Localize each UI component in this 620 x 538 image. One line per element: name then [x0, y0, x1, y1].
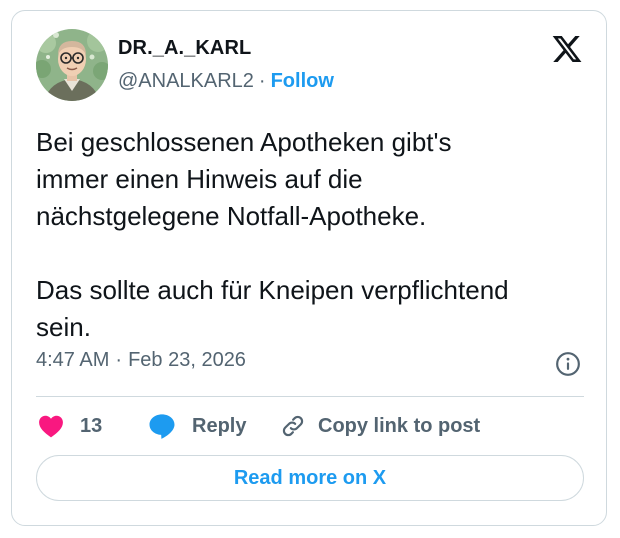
link-icon [282, 415, 304, 437]
avatar[interactable] [36, 29, 108, 101]
embedded-post-card: DR._A._KARL @ANALKARL2 · Follow Bei geschl… [11, 10, 607, 526]
post-date: Feb 23, 2026 [128, 349, 246, 371]
author-handle-row: @ANALKARL2 · Follow [118, 70, 334, 93]
post-text: Bei geschlossenen Apotheken gibt's immer… [36, 127, 509, 342]
speech-bubble-icon [149, 414, 175, 439]
heart-icon [39, 415, 63, 438]
like-count: 13 [80, 414, 103, 437]
author-display-name[interactable]: DR._A._KARL [118, 37, 251, 60]
post-time: 4:47 AM [36, 349, 110, 371]
x-logo-icon[interactable] [551, 33, 583, 65]
info-icon[interactable] [555, 351, 581, 377]
follow-button[interactable]: Follow [271, 70, 334, 92]
reply-button[interactable]: Reply [148, 409, 246, 443]
separator-dot: · [258, 70, 266, 92]
post-timestamp[interactable]: 4:47 AM · Feb 23, 2026 [36, 349, 246, 372]
reply-label: Reply [192, 414, 247, 437]
read-more-button[interactable]: Read more on X [36, 455, 584, 501]
divider [36, 396, 584, 397]
author-handle[interactable]: @ANALKARL2 [118, 70, 254, 92]
avatar-illustration [36, 29, 108, 101]
copy-link-button[interactable]: Copy link to post [280, 409, 480, 443]
like-button[interactable]: 13 [38, 409, 102, 443]
separator-dot: · [115, 349, 123, 371]
post-actions-bar: 13 Reply Copy link to post [36, 409, 586, 443]
copy-link-label: Copy link to post [318, 414, 481, 437]
